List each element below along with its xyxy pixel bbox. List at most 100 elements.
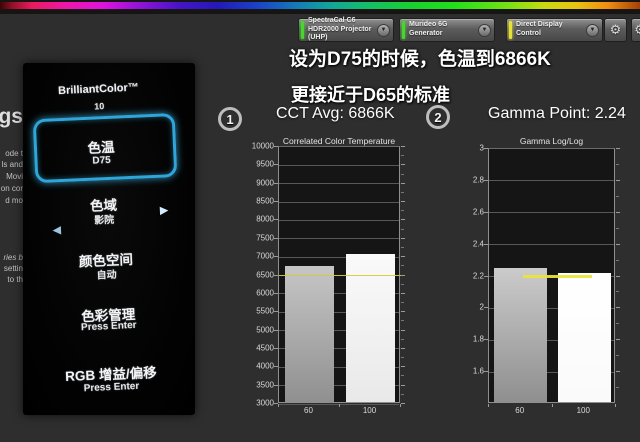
settings-gear-button-2[interactable]: ⚙	[631, 18, 640, 42]
y-axis-tick-right	[401, 347, 405, 349]
y-axis-minor-tick	[401, 357, 404, 359]
chart-title: Correlated Color Temperature	[282, 136, 396, 146]
chart-title: Gamma Log/Log	[519, 136, 584, 146]
y-axis-tick-label: 4000	[256, 361, 274, 371]
y-axis-tick-right	[401, 219, 405, 221]
y-axis-tick-label: 9500	[256, 159, 274, 169]
gamma-point-heading: Gamma Point: 2.24	[488, 105, 626, 122]
gridline	[279, 219, 399, 221]
y-axis-minor-tick	[401, 375, 404, 377]
annotation-line1: 设为D75的时候，色温到6866K	[289, 49, 551, 70]
x-axis-tick-label: 100	[576, 406, 590, 415]
device-status-stripe	[402, 21, 405, 39]
app-window: SpectraCal C6 HDR2000 Projector (UHP) ▼ Mu…	[0, 0, 640, 442]
y-axis-tick-label: 2.6	[472, 207, 484, 217]
annotation-line2: 更接近于D65的标准	[291, 85, 451, 105]
y-axis-tick	[274, 384, 278, 386]
chevron-down-icon: ▼	[586, 23, 599, 37]
y-axis-minor-tick	[401, 302, 404, 304]
x-axis-tick	[400, 404, 401, 407]
x-axis-tick	[551, 404, 553, 407]
device-dropdown-2[interactable]: Murideo 6G Generator ▼	[399, 18, 495, 42]
y-axis-tick-right	[401, 182, 405, 184]
y-axis-tick	[484, 339, 488, 341]
y-axis-tick	[274, 182, 278, 184]
y-axis-tick-label: 3000	[256, 398, 274, 408]
projector-osd-photo: ◀ ▶ BrilliantColor™ 10 色温 D75 色域 影院 颜色空间 自动 色彩管理…	[23, 63, 195, 415]
y-axis-tick-right	[401, 164, 405, 166]
y-axis-tick	[274, 201, 278, 203]
y-axis-tick	[274, 237, 278, 239]
device-dropdown-1[interactable]: SpectraCal C6 HDR2000 Projector (UHP) ▼	[298, 16, 394, 42]
osd-item-title[interactable]: BrilliantColor™	[16, 80, 180, 99]
y-axis-tick	[274, 146, 278, 147]
y-axis-tick	[484, 275, 488, 277]
bar-60	[285, 266, 334, 402]
y-axis-minor-tick	[401, 320, 404, 322]
y-axis-minor-tick	[401, 283, 404, 285]
chart-plot-area	[488, 148, 615, 403]
y-axis-tick	[484, 179, 488, 181]
bar-100	[346, 254, 395, 402]
marker-2: 2	[426, 105, 450, 129]
x-axis-tick	[488, 404, 489, 407]
y-axis-minor-tick	[616, 195, 619, 197]
device-label: Murideo 6G Generator	[409, 21, 448, 37]
y-axis-tick-label: 6000	[256, 288, 274, 298]
target-line	[522, 275, 593, 278]
y-axis-minor-tick	[616, 387, 619, 389]
x-axis-tick	[615, 404, 616, 407]
y-axis-tick-right	[616, 275, 620, 277]
y-axis-tick	[484, 371, 488, 373]
chevron-down-icon: ▼	[478, 23, 491, 37]
y-axis-tick-right	[616, 339, 620, 341]
y-axis-tick-label: 1.8	[472, 334, 484, 344]
x-axis-tick-label: 60	[304, 406, 313, 415]
device-label: Direct Display Control	[516, 21, 563, 37]
y-axis-tick-right	[401, 274, 405, 276]
gridline	[489, 244, 614, 246]
y-axis-tick-label: 2.8	[472, 175, 484, 185]
y-axis-minor-tick	[616, 355, 619, 357]
osd-menu: ◀ ▶ BrilliantColor™ 10 色温 D75 色域 影院 颜色空间 自动 色彩管理…	[15, 59, 202, 418]
chevron-down-icon: ▼	[377, 23, 390, 37]
covered-text-fragment: settin	[3, 264, 23, 273]
y-axis-tick-right	[616, 211, 620, 213]
y-axis-tick-label: 2.4	[472, 239, 484, 249]
y-axis-tick	[274, 347, 278, 349]
y-axis-tick-label: 7500	[256, 233, 274, 243]
device-dropdown-3[interactable]: Direct Display Control ▼	[506, 18, 603, 42]
y-axis-tick	[484, 148, 488, 149]
bar-100	[557, 272, 611, 402]
gridline	[279, 183, 399, 185]
y-axis-tick-label: 6500	[256, 270, 274, 279]
y-axis-minor-tick	[616, 227, 619, 229]
y-axis-tick-right	[401, 366, 405, 368]
y-axis-tick-right	[401, 311, 405, 313]
cct-avg-heading: CCT Avg: 6866K	[276, 105, 395, 122]
y-axis-tick-label: 8000	[256, 214, 274, 224]
y-axis-tick-right	[616, 148, 620, 149]
x-axis-tick	[278, 404, 279, 407]
bar-60	[494, 268, 548, 402]
x-axis-tick	[339, 404, 340, 407]
y-axis-minor-tick	[401, 191, 404, 193]
gridline	[279, 201, 399, 203]
y-axis-tick	[274, 292, 278, 294]
y-axis-tick-right	[401, 237, 405, 239]
osd-item-value: 10	[93, 101, 105, 112]
y-axis-tick-right	[401, 146, 405, 147]
covered-text-fragment: to th	[7, 275, 23, 284]
y-axis-tick-right	[401, 403, 405, 404]
gridline	[279, 164, 399, 166]
settings-gear-button[interactable]: ⚙	[604, 18, 627, 42]
gridline	[489, 212, 614, 214]
y-axis-tick-label: 2.2	[472, 271, 484, 280]
y-axis-tick-right	[401, 256, 405, 258]
x-axis-tick-label: 60	[515, 406, 525, 415]
y-axis-minor-tick	[616, 259, 619, 261]
y-axis-minor-tick	[401, 228, 404, 230]
device-label: SpectraCal C6 HDR2000 Projector (UHP)	[308, 16, 372, 42]
y-axis-tick-label: 5500	[256, 306, 274, 316]
y-axis-tick	[484, 211, 488, 213]
